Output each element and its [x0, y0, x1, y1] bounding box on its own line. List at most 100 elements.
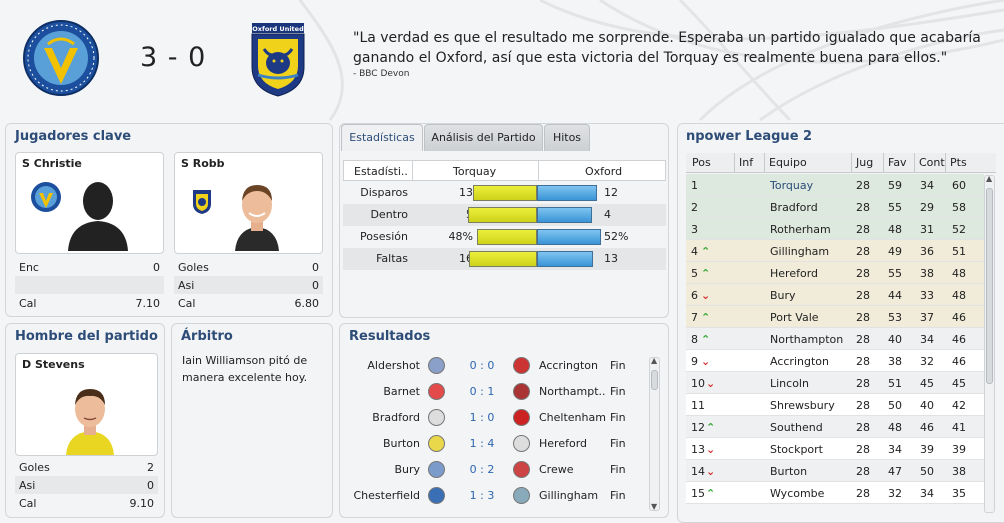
results-list: Aldershot 0 : 0 Accrington Fin Barnet 0 : 1 No… — [346, 353, 656, 513]
league-pos: 14 — [691, 465, 705, 478]
result-score: 0 : 1 — [469, 385, 495, 398]
league-goals-against: 45 — [920, 377, 934, 390]
league-points: 39 — [952, 443, 966, 456]
league-goals-against: 38 — [920, 267, 934, 280]
col-equipo[interactable]: Equipo — [769, 156, 807, 169]
league-pos: 7 — [691, 311, 698, 324]
result-row[interactable]: Chesterfield 1 : 3 Gillingham Fin — [346, 483, 656, 509]
league-header-row: Pos Inf Equipo Jug Fav Cont Pts — [686, 153, 996, 173]
result-row[interactable]: Barnet 0 : 1 Northampt.. Fin — [346, 379, 656, 405]
home-player-stat-row: Enc 0 — [19, 261, 160, 274]
league-pos: 12 — [691, 421, 705, 434]
col-cont[interactable]: Cont — [919, 156, 945, 169]
results-scroll-thumb[interactable] — [651, 370, 658, 390]
league-goals-against: 34 — [920, 487, 934, 500]
torquay-badge-icon — [31, 182, 61, 212]
league-row[interactable]: 7 ⌃ Port Vale 28 53 37 46 — [686, 306, 984, 328]
league-pos: 9 — [691, 355, 698, 368]
league-row[interactable]: 6 ⌄ Bury 28 44 33 48 — [686, 284, 984, 306]
match-score: 3 - 0 — [140, 42, 207, 73]
league-goals-for: 55 — [888, 201, 902, 214]
results-scrollbar[interactable]: ▲ ▼ — [649, 356, 660, 511]
result-status: Fin — [610, 489, 626, 502]
home-club-badge-icon — [428, 383, 445, 400]
press-quote: "La verdad es que el resultado me sorpre… — [353, 30, 981, 66]
tab-estadisticas[interactable]: Estadísticas — [341, 124, 423, 151]
result-row[interactable]: Bury 0 : 2 Crewe Fin — [346, 457, 656, 483]
result-row[interactable]: Burton 1 : 4 Hereford Fin — [346, 431, 656, 457]
league-row[interactable]: 2 Bradford 28 55 29 58 — [686, 196, 984, 218]
result-home-team: Burton — [382, 437, 420, 450]
league-points: 41 — [952, 421, 966, 434]
stats-header-label: Estadísti.. — [354, 165, 408, 178]
result-status: Fin — [610, 463, 626, 476]
league-goals-for: 51 — [888, 377, 902, 390]
result-home-team: Barnet — [383, 385, 420, 398]
trend-up-icon: ⌃ — [706, 421, 716, 434]
result-row[interactable]: Aldershot 0 : 0 Accrington Fin — [346, 353, 656, 379]
league-scroll-thumb[interactable] — [986, 188, 993, 384]
league-team: Torquay — [770, 179, 814, 192]
col-fav[interactable]: Fav — [888, 156, 907, 169]
league-row[interactable]: 4 ⌃ Gillingham 28 49 36 51 — [686, 240, 984, 262]
league-row[interactable]: 11 Shrewsbury 28 50 40 42 — [686, 394, 984, 416]
result-away-team: Crewe — [539, 463, 574, 476]
scroll-up-icon[interactable]: ▲ — [986, 174, 992, 183]
league-goals-against: 37 — [920, 311, 934, 324]
motm-stat-row: Goles 2 — [19, 461, 154, 474]
league-row[interactable]: 10 ⌄ Lincoln 28 51 45 45 — [686, 372, 984, 394]
result-away-team: Hereford — [539, 437, 588, 450]
col-pos[interactable]: Pos — [692, 156, 711, 169]
league-played: 28 — [856, 179, 870, 192]
result-away-team: Cheltenham — [539, 411, 606, 424]
league-row[interactable]: 9 ⌄ Accrington 28 38 32 46 — [686, 350, 984, 372]
scroll-down-icon[interactable]: ▼ — [651, 502, 657, 511]
away-player-stat-row: Cal 6.80 — [178, 297, 319, 310]
result-status: Fin — [610, 437, 626, 450]
trend-down-icon: ⌄ — [701, 355, 711, 368]
trend-up-icon: ⌃ — [701, 311, 711, 324]
home-stat-bar — [477, 229, 537, 245]
league-goals-against: 34 — [920, 333, 934, 346]
home-key-player-card[interactable]: S Christie — [15, 152, 164, 254]
away-club-badge-icon — [513, 435, 530, 452]
match-header: 3 - 0 Oxford United "La verdad es que el… — [0, 0, 1004, 120]
league-goals-against: 32 — [920, 355, 934, 368]
league-goals-for: 48 — [888, 223, 902, 236]
stats-home-value: 13 — [459, 186, 473, 199]
stats-row-label: Posesión — [360, 230, 408, 243]
league-pos: 4 — [691, 245, 698, 258]
league-goals-against: 36 — [920, 245, 934, 258]
league-goals-for: 50 — [888, 399, 902, 412]
tab-analisis-partido[interactable]: Análisis del Partido — [424, 124, 543, 151]
league-played: 28 — [856, 201, 870, 214]
col-pts[interactable]: Pts — [950, 156, 967, 169]
league-goals-against: 50 — [920, 465, 934, 478]
results-panel: Resultados Aldershot 0 : 0 Accrington Fin Ba… — [339, 323, 669, 518]
league-row[interactable]: 15 ⌃ Wycombe 28 32 34 35 — [686, 482, 984, 504]
home-club-badge-icon — [428, 435, 445, 452]
league-team: Hereford — [770, 267, 819, 280]
stats-away-value: 52% — [604, 230, 629, 243]
league-row[interactable]: 13 ⌄ Stockport 28 34 39 39 — [686, 438, 984, 460]
league-scrollbar[interactable]: ▲ — [984, 174, 995, 513]
tab-hitos[interactable]: Hitos — [544, 124, 590, 151]
league-row[interactable]: 1 Torquay 28 59 34 60 — [686, 174, 984, 196]
stats-away-value: 12 — [604, 186, 618, 199]
player-silhouette-icon — [68, 182, 128, 251]
scroll-up-icon[interactable]: ▲ — [651, 356, 657, 365]
league-row[interactable]: 3 Rotherham 28 48 31 52 — [686, 218, 984, 240]
league-row[interactable]: 14 ⌄ Burton 28 47 50 38 — [686, 460, 984, 482]
col-jug[interactable]: Jug — [856, 156, 873, 169]
league-row[interactable]: 12 ⌃ Southend 28 48 46 41 — [686, 416, 984, 438]
league-goals-against: 34 — [920, 179, 934, 192]
away-key-player-card[interactable]: S Robb — [174, 152, 323, 254]
col-inf[interactable]: Inf — [739, 156, 753, 169]
league-row[interactable]: 8 ⌃ Northampton 28 40 34 46 — [686, 328, 984, 350]
league-team: Shrewsbury — [770, 399, 835, 412]
league-team: Wycombe — [770, 487, 825, 500]
result-row[interactable]: Bradford 1 : 0 Cheltenham Fin — [346, 405, 656, 431]
league-row[interactable]: 5 ⌃ Hereford 28 55 38 48 — [686, 262, 984, 284]
quote-source: - BBC Devon — [353, 69, 410, 79]
motm-player-card[interactable]: D Stevens — [15, 353, 158, 456]
